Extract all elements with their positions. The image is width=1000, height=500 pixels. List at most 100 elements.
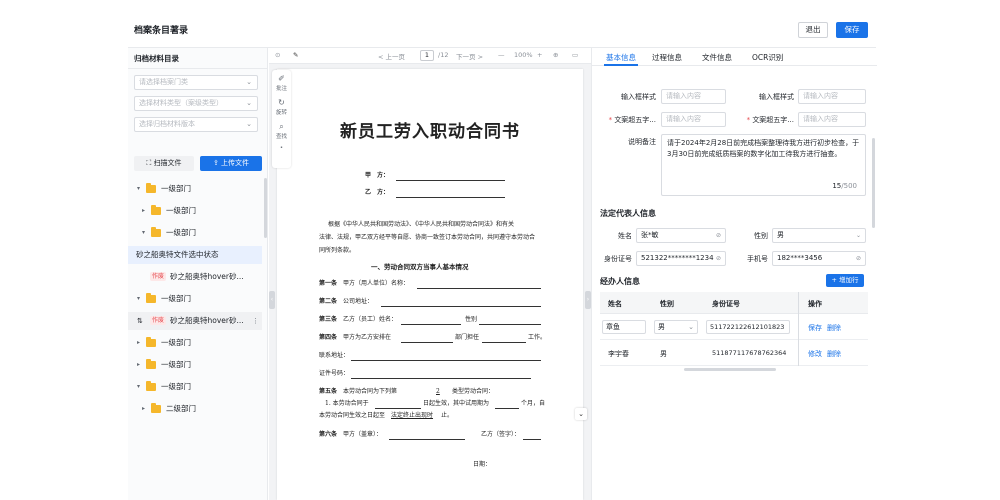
tab-ocr[interactable]: OCR识别 bbox=[752, 52, 783, 63]
doc-article-text: 证件号码： bbox=[319, 370, 350, 377]
table-row: 李宇春 男 511877117678762364 修改 删除 bbox=[600, 340, 868, 366]
sort-icon[interactable]: ⇅ bbox=[137, 312, 143, 330]
scan-file-button[interactable]: ⛶ 扫描文件 bbox=[134, 156, 194, 171]
row-gender-select[interactable]: 男 ⌄ bbox=[654, 320, 698, 334]
upload-file-button[interactable]: ⇪ 上传文件 bbox=[200, 156, 262, 171]
tree-label: 砂之船奥特hover砂... bbox=[170, 272, 244, 281]
tree-folder[interactable]: ▸ 一级部门 bbox=[128, 202, 262, 220]
page-total: /12 bbox=[438, 51, 449, 59]
caret-down-icon: ▾ bbox=[142, 229, 146, 236]
tree-folder[interactable]: ▾ 一级部门 bbox=[128, 224, 262, 242]
folder-icon bbox=[146, 359, 156, 369]
collapse-left-button[interactable]: ‹ bbox=[269, 291, 275, 309]
more-icon[interactable]: ⋮ bbox=[252, 312, 259, 330]
folder-icon bbox=[146, 293, 156, 303]
tree-folder[interactable]: ▸ 一级部门 bbox=[128, 334, 262, 352]
tree-folder[interactable]: ▸ 一级部门 bbox=[128, 356, 262, 374]
overflow2-input[interactable]: 请输入内容 bbox=[798, 112, 866, 127]
style1-input[interactable]: 请输入内容 bbox=[661, 89, 726, 104]
zoom-out-button[interactable]: — bbox=[498, 51, 505, 59]
eye-off-icon[interactable]: ⊘ bbox=[856, 252, 861, 265]
annotate-icon[interactable]: ✐ bbox=[272, 74, 291, 83]
doc-party-b: 乙 方： bbox=[365, 189, 390, 196]
legal-phone-input[interactable]: 182****3456 ⊘ bbox=[772, 251, 866, 266]
folder-icon bbox=[146, 337, 156, 347]
legal-name-value: 张*敏 bbox=[641, 231, 659, 239]
pen-tool-icon[interactable]: ✎ bbox=[293, 51, 298, 59]
doc-article-text: 本劳动合同为下列第 bbox=[343, 388, 398, 395]
add-row-button[interactable]: + 增加行 bbox=[826, 274, 864, 287]
folder-icon bbox=[151, 205, 161, 215]
hand-tool-icon[interactable]: ⊙ bbox=[275, 51, 280, 59]
doc-underline bbox=[396, 180, 505, 181]
doc-underline bbox=[495, 408, 519, 409]
tree-label: 一级部门 bbox=[161, 184, 191, 193]
row-edit-link[interactable]: 修改 bbox=[808, 349, 822, 359]
doc-paragraph: 同所列条款。 bbox=[319, 247, 356, 254]
tree-file-selected[interactable]: 砂之船奥特文件选中状态 bbox=[128, 246, 262, 264]
row-delete-link[interactable]: 删除 bbox=[827, 349, 841, 359]
col-gender: 性别 bbox=[660, 300, 674, 308]
material-version-select[interactable]: 选择归档材料版本 ⌄ bbox=[134, 117, 258, 132]
table-hscrollbar[interactable] bbox=[684, 368, 776, 371]
tree-file[interactable]: 作废 砂之船奥特hover砂... bbox=[128, 268, 262, 286]
magnify-icon[interactable]: ⊕ bbox=[553, 51, 558, 59]
sidebar-scrollbar[interactable] bbox=[264, 178, 267, 238]
archive-category-select[interactable]: 请选择档案门类 ⌄ bbox=[134, 75, 258, 90]
info-panel: 基本信息 过程信息 文件信息 OCR识别 输入框样式 请输入内容 输入框样式 请… bbox=[591, 48, 877, 500]
rotate-button[interactable]: 旋转 bbox=[272, 108, 291, 116]
tree-folder[interactable]: ▾ 一级部门 bbox=[128, 180, 262, 198]
doc-article-num: 第五条 bbox=[319, 388, 338, 395]
caret-right-icon: ▸ bbox=[137, 339, 141, 346]
doc-article-text: 性别 bbox=[465, 316, 478, 323]
doc-underline bbox=[389, 439, 465, 440]
find-button[interactable]: 查找 bbox=[272, 132, 291, 140]
row-save-link[interactable]: 保存 bbox=[808, 323, 822, 333]
rotate-icon[interactable]: ↻ bbox=[272, 98, 291, 107]
tree-folder[interactable]: ▾ 一级部门 bbox=[128, 378, 262, 396]
page-number-input[interactable]: 1 bbox=[420, 50, 434, 61]
tab-process-info[interactable]: 过程信息 bbox=[652, 52, 682, 63]
tree-label: 一级部门 bbox=[166, 228, 196, 237]
legal-gender-select[interactable]: 男 ⌄ bbox=[772, 228, 866, 243]
legal-name-input[interactable]: 张*敏 ⊘ bbox=[636, 228, 726, 243]
legal-id-value: 521322********1234 bbox=[641, 254, 714, 262]
prev-page-button[interactable]: < 上一页 bbox=[378, 51, 405, 61]
row-id-input[interactable]: 511722122612101823 bbox=[706, 320, 790, 334]
doc-article-text: 甲方（用人单位）名称： bbox=[343, 280, 410, 287]
caret-down-icon: ▾ bbox=[137, 185, 141, 192]
row-name-input[interactable]: 章鱼 bbox=[602, 320, 646, 334]
panel-scrollbar[interactable] bbox=[872, 138, 875, 228]
field-label: 文案超五字... bbox=[614, 116, 656, 124]
tab-basic-info[interactable]: 基本信息 bbox=[606, 52, 636, 63]
legal-id-input[interactable]: 521322********1234 ⊘ bbox=[636, 251, 726, 266]
row-delete-link[interactable]: 删除 bbox=[827, 323, 841, 333]
fold-down-icon[interactable]: ⌄ bbox=[575, 408, 587, 420]
tab-file-info[interactable]: 文件信息 bbox=[702, 52, 732, 63]
void-tag: 作废 bbox=[150, 316, 167, 325]
caret-down-icon: ▾ bbox=[137, 383, 141, 390]
more-dots-icon[interactable]: • bbox=[272, 145, 291, 151]
tree-file-hover[interactable]: ⇅ 作废 砂之船奥特hover砂... ⋮ bbox=[128, 312, 262, 330]
note-text: 请于2024年2月28日前完成档案整理待我方进行初步检查，于3月30日前完成纸质… bbox=[667, 139, 860, 158]
doc-article-num: 第四条 bbox=[319, 334, 338, 341]
doc-article-text: 工作。 bbox=[528, 334, 547, 341]
fit-screen-icon[interactable]: ▭ bbox=[572, 51, 578, 59]
annotate-button[interactable]: 批注 bbox=[272, 84, 291, 92]
save-button[interactable]: 保存 bbox=[836, 22, 868, 38]
next-page-button[interactable]: 下一页 > bbox=[456, 51, 483, 61]
style2-input[interactable]: 请输入内容 bbox=[798, 89, 866, 104]
overflow1-input[interactable]: 请输入内容 bbox=[661, 112, 726, 127]
material-type-select[interactable]: 选择材料类型（案级类型） ⌄ bbox=[134, 96, 258, 111]
doc-article-text: 乙方（员工）姓名： bbox=[343, 316, 398, 323]
annotation-toolbar: ✐ 批注 ↻ 旋转 ⌕ 查找 • bbox=[272, 70, 291, 168]
tree-folder[interactable]: ▸ 二级部门 bbox=[128, 400, 262, 418]
eye-off-icon[interactable]: ⊘ bbox=[716, 229, 721, 242]
note-textarea[interactable]: 请于2024年2月28日前完成档案整理待我方进行初步检查，于3月30日前完成纸质… bbox=[661, 134, 866, 196]
search-icon[interactable]: ⌕ bbox=[272, 122, 291, 132]
exit-button[interactable]: 退出 bbox=[798, 22, 828, 38]
tree-folder[interactable]: ▾ 一级部门 bbox=[128, 290, 262, 308]
field-label: 手机号 bbox=[747, 255, 768, 263]
eye-off-icon[interactable]: ⊘ bbox=[716, 252, 721, 265]
zoom-in-button[interactable]: + bbox=[537, 51, 542, 59]
